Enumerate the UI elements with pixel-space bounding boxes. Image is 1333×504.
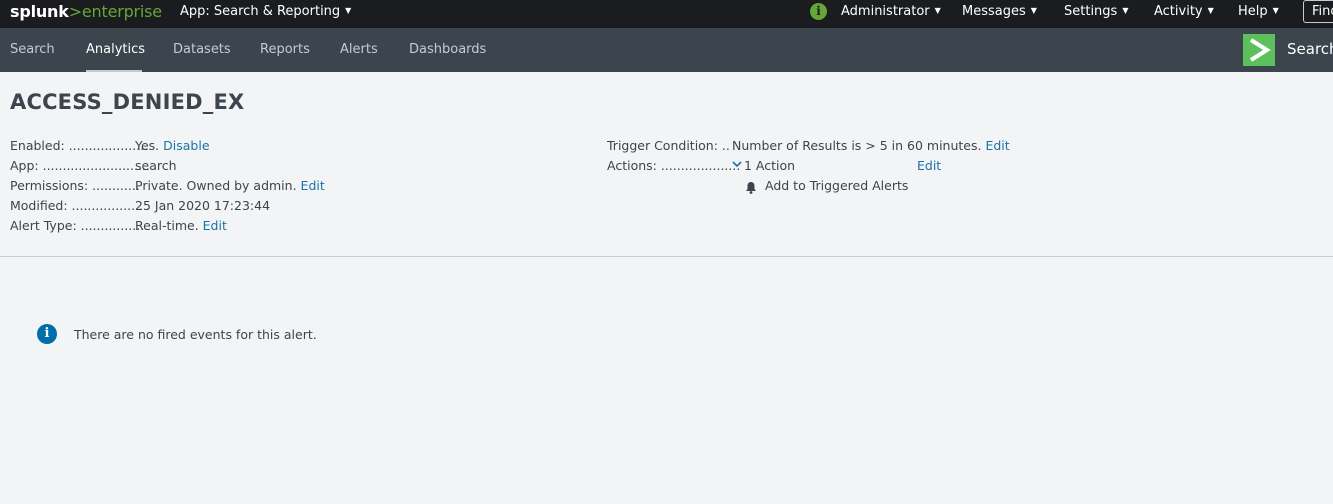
caret-down-icon: ▼ <box>1122 6 1129 15</box>
alert-type-value-text: Real-time. <box>135 218 199 233</box>
chevron-down-icon[interactable] <box>732 159 742 172</box>
info-icon: i <box>37 324 57 344</box>
alert-type-value: Real-time. Edit <box>135 218 227 233</box>
logo-enterprise-text: enterprise <box>81 2 162 21</box>
actions-toggle[interactable]: 1 Action <box>744 158 795 173</box>
tab-alerts[interactable]: Alerts <box>340 28 378 72</box>
permissions-label: Permissions: ............ <box>10 178 140 193</box>
enabled-label: Enabled: .................... <box>10 138 149 153</box>
activity-label: Activity <box>1154 4 1203 19</box>
trigger-condition-label: Trigger Condition: .. <box>607 138 730 153</box>
administrator-label: Administrator <box>841 4 930 19</box>
tab-analytics[interactable]: Analytics <box>86 28 145 72</box>
activity-menu[interactable]: Activity ▼ <box>1154 4 1214 19</box>
enabled-value: Yes. Disable <box>135 138 210 153</box>
enabled-value-text: Yes. <box>135 138 160 153</box>
tab-search[interactable]: Search <box>10 28 55 72</box>
modified-value: 25 Jan 2020 17:23:44 <box>135 198 271 213</box>
bell-icon <box>745 179 757 194</box>
triggered-alerts-action: Add to Triggered Alerts <box>765 178 909 193</box>
page-title: ACCESS_DENIED_EX <box>10 90 245 114</box>
trigger-edit-link[interactable]: Edit <box>985 138 1009 153</box>
logo-splunk-text: splunk <box>10 2 69 21</box>
tab-reports[interactable]: Reports <box>260 28 310 72</box>
permissions-value-text: Private. Owned by admin. <box>135 178 297 193</box>
disable-link[interactable]: Disable <box>163 138 209 153</box>
empty-events-message: There are no fired events for this alert… <box>74 327 317 342</box>
settings-label: Settings <box>1064 4 1118 19</box>
alert-type-label: Alert Type: ................ <box>10 218 145 233</box>
modified-label: Modified: .................. <box>10 198 144 213</box>
splunk-logo[interactable]: splunk>enterprise <box>10 2 162 21</box>
info-icon[interactable]: i <box>810 3 827 20</box>
section-divider <box>0 256 1333 257</box>
tab-datasets[interactable]: Datasets <box>173 28 231 72</box>
caret-down-icon: ▼ <box>1207 6 1214 15</box>
app-selector-menu[interactable]: App: Search & Reporting ▼ <box>180 4 351 19</box>
trigger-condition-value: Number of Results is > 5 in 60 minutes. … <box>732 138 1010 153</box>
caret-down-icon: ▼ <box>1272 6 1279 15</box>
messages-label: Messages <box>962 4 1026 19</box>
settings-menu[interactable]: Settings ▼ <box>1064 4 1128 19</box>
permissions-value: Private. Owned by admin. Edit <box>135 178 325 193</box>
app-selector-label: App: Search & Reporting <box>180 4 341 19</box>
app-value: search <box>135 158 177 173</box>
help-menu[interactable]: Help ▼ <box>1238 4 1279 19</box>
administrator-menu[interactable]: Administrator ▼ <box>841 4 941 19</box>
chevron-right-icon <box>1249 38 1271 62</box>
actions-edit-link[interactable]: Edit <box>917 158 941 173</box>
messages-menu[interactable]: Messages ▼ <box>962 4 1037 19</box>
caret-down-icon: ▼ <box>934 6 941 15</box>
app-brand-icon[interactable] <box>1243 34 1275 66</box>
caret-down-icon: ▼ <box>1030 6 1037 15</box>
logo-chevron: > <box>68 2 82 21</box>
trigger-condition-text: Number of Results is > 5 in 60 minutes. <box>732 138 982 153</box>
alert-type-edit-link[interactable]: Edit <box>203 218 227 233</box>
top-bar: splunk>enterprise App: Search & Reportin… <box>0 0 1333 28</box>
help-label: Help <box>1238 4 1268 19</box>
find-input[interactable]: Find <box>1303 0 1333 23</box>
actions-label: Actions: .................... <box>607 158 741 173</box>
app-label: App: ........................... <box>10 158 150 173</box>
app-brand-label[interactable]: Search <box>1287 40 1333 58</box>
chevron-down-svg <box>732 161 742 168</box>
tab-dashboards[interactable]: Dashboards <box>409 28 486 72</box>
caret-down-icon: ▼ <box>345 6 352 15</box>
permissions-edit-link[interactable]: Edit <box>301 178 325 193</box>
